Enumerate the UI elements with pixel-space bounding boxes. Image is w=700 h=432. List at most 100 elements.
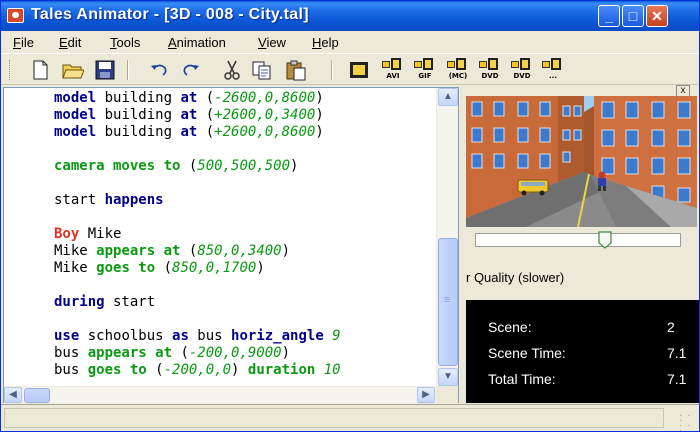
horizontal-scrollbar[interactable]: ◀ ▶ <box>4 386 436 403</box>
menu-help[interactable]: Help <box>312 35 339 50</box>
code-token: Mike <box>54 243 97 259</box>
code-token: ) <box>315 107 324 123</box>
export-more-label: ... <box>549 72 557 80</box>
export-dvd-sound-button[interactable]: DVD <box>509 58 535 84</box>
toolbar-separator <box>127 60 129 80</box>
frame-slider-thumb[interactable] <box>598 231 612 249</box>
vertical-scroll-thumb[interactable] <box>438 238 458 366</box>
vertical-scrollbar[interactable]: ▲ ▼ <box>436 88 458 386</box>
frame-slider-track[interactable] <box>475 233 681 247</box>
export-gif-button[interactable]: GIF <box>412 58 438 84</box>
code-token: ) <box>281 345 291 361</box>
export-more-button[interactable]: ... <box>540 58 566 84</box>
code-token: bus <box>54 345 88 361</box>
open-button[interactable] <box>62 59 85 81</box>
code-token: horiz_angle <box>231 328 324 344</box>
new-file-button[interactable] <box>29 59 51 81</box>
code-line[interactable]: bus appears at (-200,0,9000) <box>54 345 290 362</box>
cut-scissors-icon <box>224 60 240 80</box>
export-avi-button[interactable]: AVI <box>380 58 406 84</box>
code-line[interactable]: Boy Mike <box>54 226 121 243</box>
render-button[interactable] <box>348 59 370 81</box>
code-token: ( <box>155 260 173 276</box>
code-token: model <box>54 124 97 140</box>
code-line[interactable]: Mike goes to (850,0,1700) <box>54 260 265 277</box>
code-token: start <box>54 192 105 208</box>
menu-view-label: iew <box>266 35 286 50</box>
stats-panel: Scene: 2 Scene Time: 7.1 Total Time: 7.1 <box>466 300 699 403</box>
export-icon <box>479 58 499 71</box>
undo-button[interactable] <box>148 59 170 81</box>
cut-button[interactable] <box>221 59 243 81</box>
code-line[interactable]: camera moves to (500,500,500) <box>54 158 298 175</box>
quality-option-label[interactable]: r Quality (slower) <box>466 270 564 285</box>
code-token: model <box>54 107 97 123</box>
app-window: Tales Animator - [3D - 008 - City.tal] _… <box>0 0 700 432</box>
code-line[interactable]: use schoolbus as bus horiz_angle 9 <box>54 328 341 345</box>
code-token: building <box>96 107 181 123</box>
code-area[interactable]: model building at (-2600,0,8600) model bu… <box>4 88 436 386</box>
scene-preview-viewport[interactable] <box>466 96 697 227</box>
menu-edit[interactable]: Edit <box>59 35 81 50</box>
minimize-button[interactable]: _ <box>598 5 620 27</box>
copy-icon <box>252 61 271 80</box>
menu-edit-accel: E <box>59 35 68 50</box>
toolbar: AVI GIF (MC) DVD DVD ... <box>1 53 699 85</box>
save-disk-icon <box>95 60 115 80</box>
code-line[interactable]: model building at (+2600,0,3400) <box>54 107 324 124</box>
scroll-left-button[interactable]: ◀ <box>4 387 22 403</box>
code-token: ) <box>315 90 324 106</box>
scroll-up-button[interactable]: ▲ <box>438 88 458 106</box>
code-token: use <box>54 328 80 344</box>
code-token: at <box>180 124 198 140</box>
title-bar[interactable]: Tales Animator - [3D - 008 - City.tal] _… <box>1 1 699 31</box>
scroll-down-button[interactable]: ▼ <box>438 368 458 386</box>
code-token: at <box>180 90 198 106</box>
code-line[interactable]: start happens <box>54 192 164 209</box>
code-token: 9 <box>323 328 341 344</box>
code-line[interactable]: model building at (-2600,0,8600) <box>54 90 324 107</box>
code-token: ) <box>315 124 324 140</box>
export-gif-label: GIF <box>418 72 432 80</box>
code-line[interactable]: during start <box>54 294 155 311</box>
menu-file[interactable]: File <box>13 35 34 50</box>
code-token: ) <box>290 158 299 174</box>
code-token: -200,0,0 <box>163 362 232 378</box>
export-icon <box>382 58 402 71</box>
scene-value: 2 <box>667 319 675 335</box>
save-button[interactable] <box>94 59 116 81</box>
code-line[interactable]: Mike appears at (850,0,3400) <box>54 243 290 260</box>
code-token: 500,500,500 <box>197 158 291 174</box>
menu-bar: File Edit Tools Animation View Help <box>1 31 699 53</box>
code-token: Mike <box>54 260 97 276</box>
export-dvd-button[interactable]: DVD <box>477 58 503 84</box>
code-token: appears at <box>96 243 181 259</box>
export-dvd-sound-label: DVD <box>513 72 531 80</box>
paste-button[interactable] <box>285 59 307 81</box>
menu-tools[interactable]: Tools <box>110 35 140 50</box>
close-button[interactable]: ✕ <box>646 5 668 27</box>
horizontal-scroll-thumb[interactable] <box>24 388 50 403</box>
code-token: bus <box>188 328 232 344</box>
menu-view[interactable]: View <box>258 35 286 50</box>
copy-button[interactable] <box>251 59 273 81</box>
code-token: +2600,0,8600 <box>214 124 316 140</box>
app-logo-icon[interactable] <box>7 8 24 23</box>
menu-animation-label: nimation <box>176 35 226 50</box>
menu-help-accel: H <box>312 35 322 50</box>
redo-button[interactable] <box>180 59 202 81</box>
menu-animation[interactable]: Animation <box>168 35 226 50</box>
menu-edit-label: dit <box>67 35 82 50</box>
toolbar-grip[interactable] <box>9 60 12 80</box>
code-line[interactable]: bus goes to (-200,0,0) duration 10 <box>54 362 341 379</box>
scroll-right-button[interactable]: ▶ <box>417 387 435 403</box>
editor-margin <box>4 88 14 386</box>
resize-grip-icon[interactable]: · · · · · · <box>679 411 693 432</box>
total-time-value: 7.1 <box>667 371 687 387</box>
menu-file-label: ile <box>20 35 34 50</box>
menu-file-accel: F <box>13 35 21 50</box>
script-editor[interactable]: model building at (-2600,0,8600) model bu… <box>3 87 459 403</box>
export-mc-button[interactable]: (MC) <box>445 58 471 84</box>
code-line[interactable]: model building at (+2600,0,8600) <box>54 124 324 141</box>
maximize-button[interactable]: □ <box>622 5 644 27</box>
